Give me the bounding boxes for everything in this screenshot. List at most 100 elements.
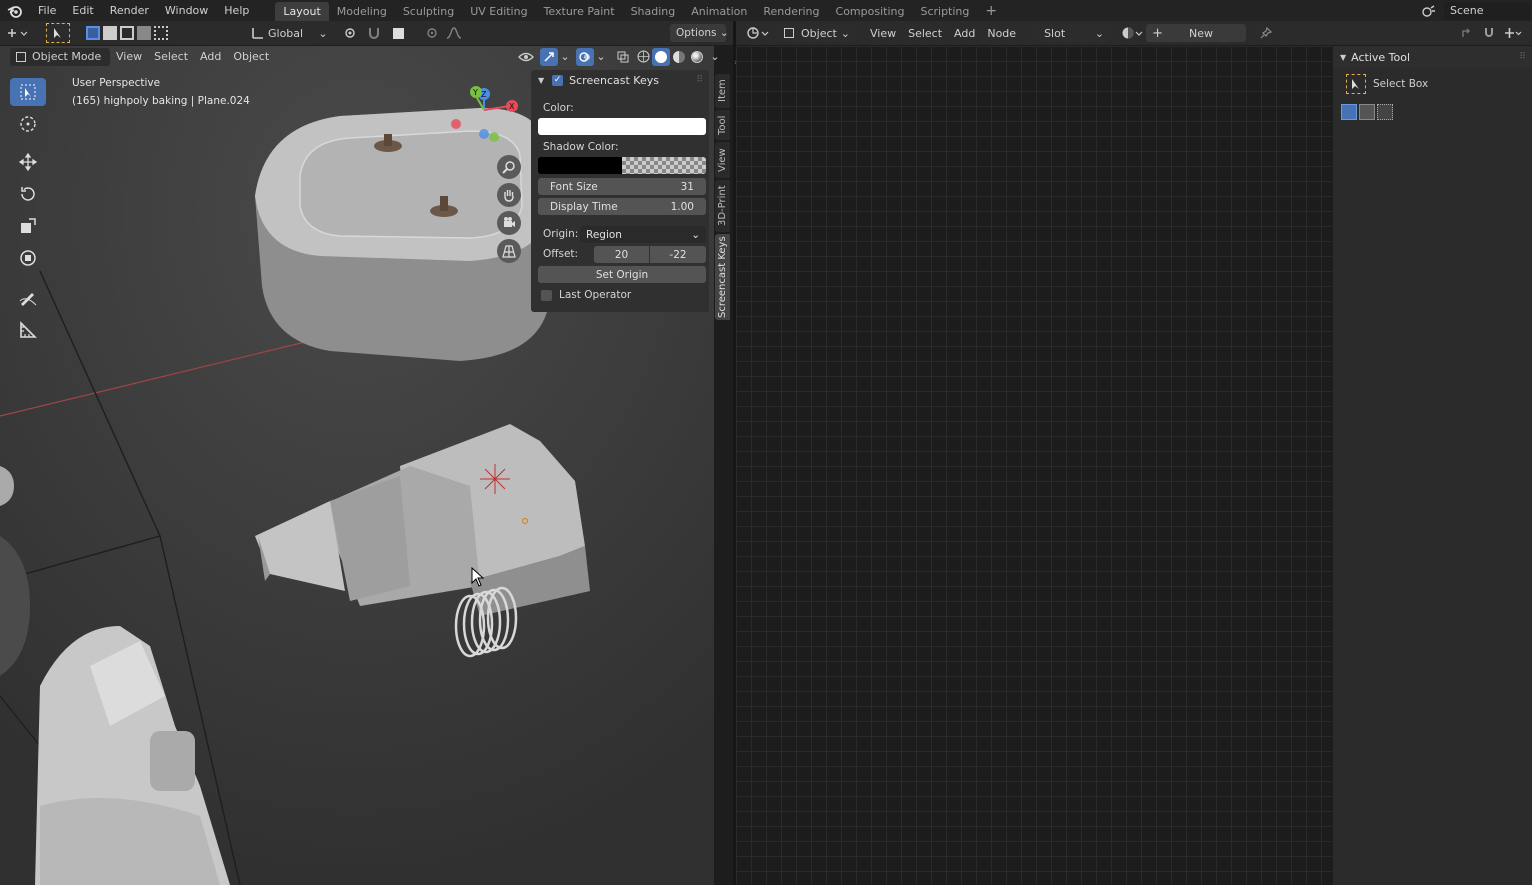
offset-x-field[interactable]: 20 [594,246,649,263]
move-icon [19,153,37,171]
node-editor-type-icon[interactable] [744,27,772,39]
chevron-down-icon: ⌄ [560,50,570,63]
shadow-color-swatch[interactable] [538,157,706,174]
color-swatch[interactable] [538,118,706,135]
rotate-tool[interactable] [10,180,46,208]
node-snap-icon[interactable] [1478,27,1500,39]
move-tool[interactable] [10,148,46,176]
tab-layout[interactable]: Layout [275,2,329,21]
xray-toggle-icon[interactable] [612,51,634,63]
tab-screencast-keys[interactable]: Screencast Keys [715,234,730,320]
select-box-tool[interactable] [10,78,46,106]
viewport-menu-view[interactable]: View [110,46,148,67]
shader-type-dropdown[interactable]: Object ⌄ [778,24,856,42]
slot-dropdown[interactable]: Slot ⌄ [1038,24,1111,42]
pin-icon[interactable] [1252,27,1280,39]
falloff-curve-icon[interactable] [442,27,466,39]
proportional-edit-icon[interactable] [422,27,442,39]
options-dropdown[interactable]: Options ⌄ [670,24,729,42]
viewport-menu-object[interactable]: Object [227,46,275,67]
blender-logo-icon[interactable] [0,0,30,21]
node-menu-view[interactable]: View [864,23,902,44]
mode-subtract-icon[interactable] [1377,104,1393,120]
tab-compositing[interactable]: Compositing [828,2,913,21]
tab-animation[interactable]: Animation [683,2,755,21]
transform-orientation-dropdown[interactable]: Global [268,27,318,40]
tab-uv-editing[interactable]: UV Editing [462,2,535,21]
tab-view[interactable]: View [715,142,730,178]
menu-help[interactable]: Help [216,0,257,21]
snap-element-icon[interactable] [1500,27,1526,39]
camera-view-icon[interactable] [497,211,521,235]
scene-selector-icon[interactable] [1414,4,1444,18]
node-menu-add[interactable]: Add [948,23,981,44]
pan-view-hand-icon[interactable] [497,183,521,207]
screencast-enable-checkbox[interactable]: ✓ [552,74,564,86]
viewport-menu-select[interactable]: Select [148,46,194,67]
last-operator-checkbox[interactable] [541,290,552,301]
node-menu-select[interactable]: Select [902,23,948,44]
selection-mode-buttons[interactable] [1341,104,1393,120]
add-workspace-button[interactable]: + [977,2,1005,21]
panel-header[interactable]: ▼ ✓ Screencast Keys ⠿ [531,70,709,90]
set-origin-button[interactable]: Set Origin [538,266,706,283]
new-material-button[interactable]: + New [1146,24,1247,42]
viewport-menu-add[interactable]: Add [194,46,227,67]
material-shading-icon[interactable] [670,50,688,63]
parent-node-tree-icon[interactable] [1456,27,1478,39]
editor-type-icon[interactable] [0,23,34,43]
visibility-eye-icon[interactable] [512,52,540,62]
snap-target-icon[interactable] [386,27,410,39]
overlay-toggle-icon[interactable] [576,47,594,66]
display-time-field[interactable]: Display Time 1.00 [538,198,706,215]
font-size-field[interactable]: Font Size 31 [538,178,706,195]
mode-set-icon[interactable] [1341,104,1357,120]
pivot-point-icon[interactable] [338,26,362,40]
collapse-arrow-icon[interactable]: ▼ [538,76,544,85]
navigation-gizmo[interactable]: Y Z X [446,82,526,152]
tab-texture-paint[interactable]: Texture Paint [536,2,623,21]
gizmo-toggle-icon[interactable] [540,47,558,66]
tab-modeling[interactable]: Modeling [329,2,395,21]
object-mode-dropdown[interactable]: Object Mode [10,47,110,66]
perspective-toggle-icon[interactable] [497,239,521,263]
menu-file[interactable]: File [30,0,64,21]
menu-render[interactable]: Render [102,0,157,21]
panel-drag-handle-icon[interactable]: ⠿ [696,75,703,85]
tab-sculpting[interactable]: Sculpting [395,2,462,21]
node-menu-node[interactable]: Node [981,23,1022,44]
node-editor-canvas[interactable] [736,46,1332,885]
menu-window[interactable]: Window [157,0,216,21]
wireframe-shading-icon[interactable] [634,50,652,63]
active-tool-header[interactable]: ▼ Active Tool ⠿ [1333,46,1532,68]
selection-mode-icons[interactable] [84,23,170,43]
scale-tool[interactable] [10,212,46,240]
snap-icon[interactable] [362,26,386,40]
color-label: Color: [543,102,574,114]
scene-name-field[interactable]: Scene [1444,1,1530,20]
menu-edit[interactable]: Edit [64,0,101,21]
origin-dropdown[interactable]: Region ⌄ [580,226,706,243]
select-tool-icon[interactable] [46,23,70,43]
rendered-shading-icon[interactable] [688,50,706,63]
tab-scripting[interactable]: Scripting [912,2,977,21]
crosshair-icon [20,116,36,132]
tab-3d-print[interactable]: 3D-Print [715,180,730,232]
solid-shading-icon[interactable] [652,47,670,66]
tab-shading[interactable]: Shading [623,2,684,21]
collapse-arrow-icon[interactable]: ▼ [1340,53,1346,62]
material-browse-icon[interactable] [1118,26,1146,40]
select-box-tool-icon[interactable] [1346,74,1366,94]
offset-y-field[interactable]: -22 [650,246,706,263]
tab-rendering[interactable]: Rendering [755,2,827,21]
tab-tool[interactable]: Tool [715,110,730,140]
annotate-tool[interactable] [10,284,46,312]
mode-extend-icon[interactable] [1359,104,1375,120]
panel-drag-handle-icon[interactable]: ⠿ [1519,52,1526,62]
transform-tool[interactable] [10,244,46,272]
measure-tool[interactable] [10,316,46,344]
zoom-view-icon[interactable] [497,155,521,179]
cursor-tool[interactable] [10,110,46,138]
tab-item[interactable]: Item [715,74,730,108]
rotate-icon [21,187,35,201]
